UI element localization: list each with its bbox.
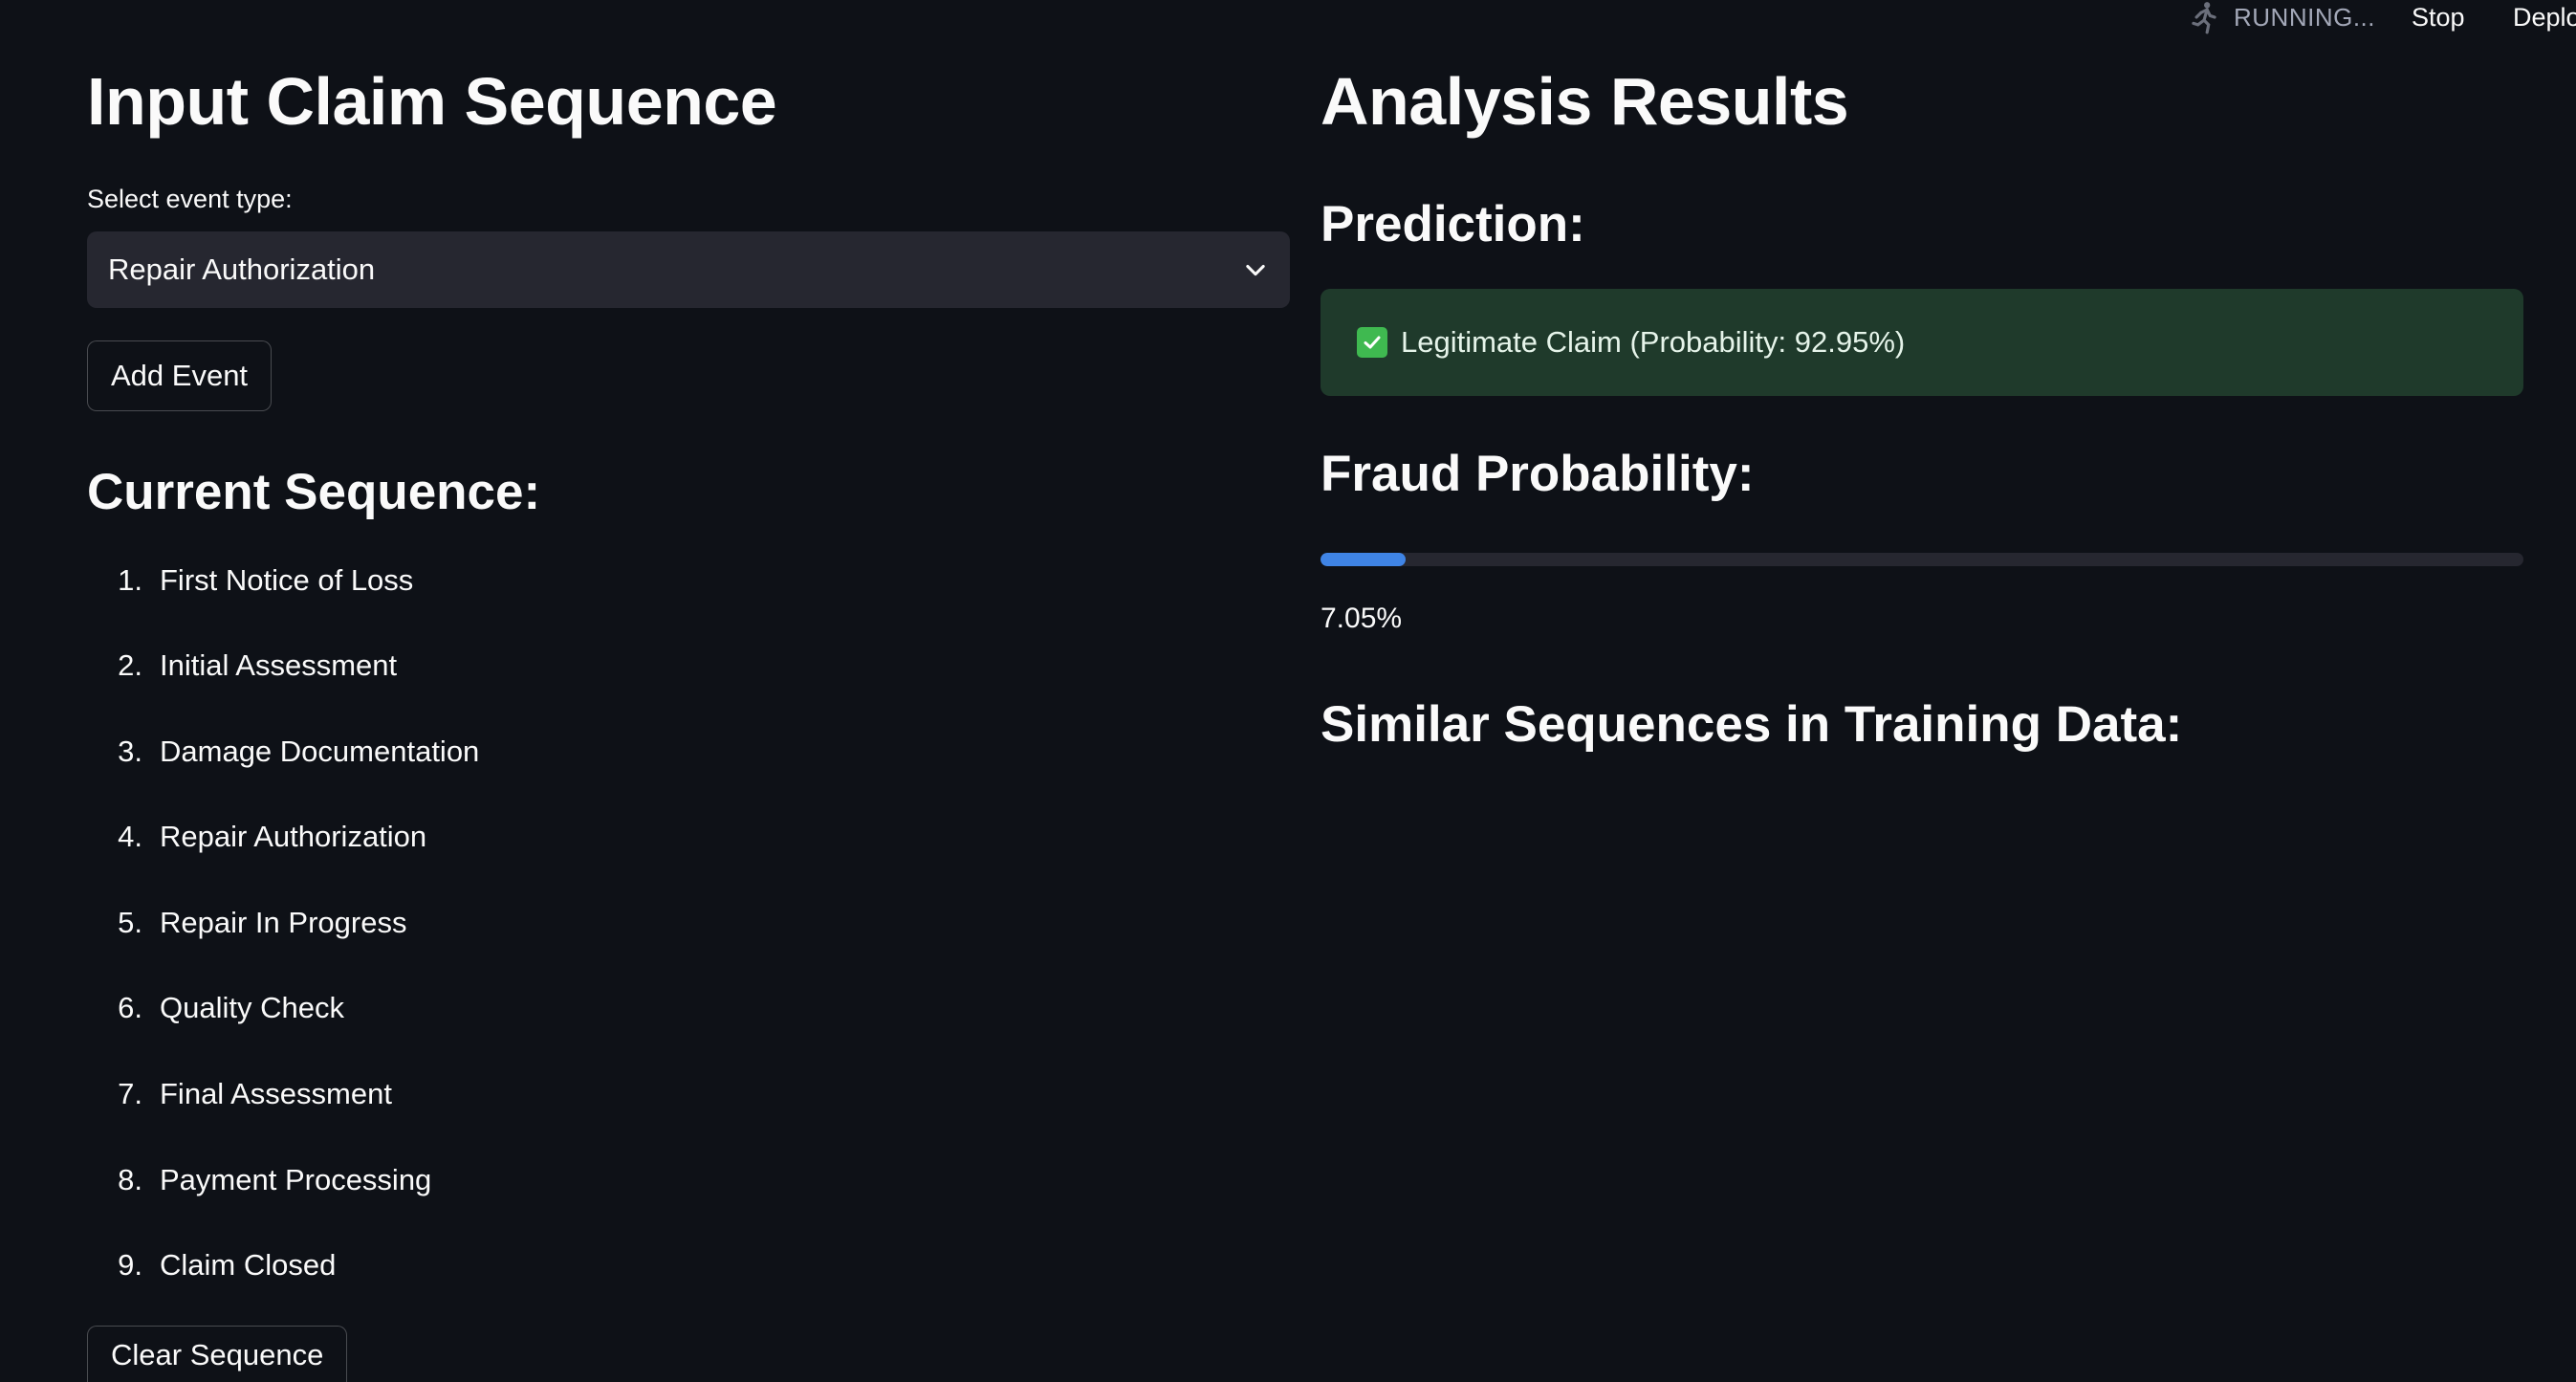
list-item-number: 6. [118,991,142,1024]
add-event-button[interactable]: Add Event [87,340,273,411]
list-item-label: Damage Documentation [160,735,480,768]
chevron-down-icon [1246,264,1265,276]
event-type-selected-value: Repair Authorization [108,252,376,286]
input-title: Input Claim Sequence [87,64,777,139]
list-item: 7. Final Assessment [87,1073,392,1115]
list-item-number: 1. [118,563,142,597]
check-mark-icon [1357,327,1387,358]
list-item: 9. Claim Closed [87,1244,336,1286]
stop-button[interactable]: Stop [2412,0,2465,34]
list-item: 3. Damage Documentation [87,731,479,773]
list-item-label: Initial Assessment [160,648,398,682]
running-indicator: RUNNING... [2186,0,2375,34]
list-item-number: 5. [118,906,142,939]
list-item-number: 8. [118,1163,142,1196]
prediction-alert: Legitimate Claim (Probability: 92.95%) [1321,289,2523,396]
list-item-number: 4. [118,820,142,853]
list-item-label: Repair Authorization [160,820,427,853]
running-man-icon [2192,2,2216,34]
list-item-label: First Notice of Loss [160,563,414,597]
list-item-label: Payment Processing [160,1163,432,1196]
results-title: Analysis Results [1321,64,1849,139]
app-page: RUNNING... Stop Deplo Input Claim Sequen… [0,0,2576,1382]
running-status-text: RUNNING... [2234,2,2375,32]
event-type-label: Select event type: [87,185,293,213]
list-item: 1. First Notice of Loss [87,559,413,602]
list-item-number: 3. [118,735,142,768]
list-item: 8. Payment Processing [87,1159,431,1201]
list-item: 2. Initial Assessment [87,645,397,687]
clear-sequence-button[interactable]: Clear Sequence [87,1326,348,1382]
prediction-title: Prediction: [1321,196,1585,252]
event-type-select[interactable]: Repair Authorization [87,231,1290,308]
list-item-label: Final Assessment [160,1077,392,1110]
similar-sequences-title: Similar Sequences in Training Data: [1321,696,2183,753]
fraud-probability-title: Fraud Probability: [1321,446,1755,502]
list-item: 5. Repair In Progress [87,902,406,944]
prediction-text: Legitimate Claim (Probability: 92.95%) [1401,325,1906,359]
list-item-label: Repair In Progress [160,906,407,939]
fraud-progress-fill [1321,553,1406,566]
list-item-label: Claim Closed [160,1248,337,1282]
list-item-label: Quality Check [160,991,344,1024]
list-item: 6. Quality Check [87,987,344,1029]
fraud-progress-bar [1321,553,2523,566]
list-item-number: 9. [118,1248,142,1282]
fraud-probability-value: 7.05% [1321,603,1403,634]
list-item-number: 7. [118,1077,142,1110]
deploy-button[interactable]: Deplo [2513,0,2576,34]
current-sequence-title: Current Sequence: [87,464,541,520]
list-item-number: 2. [118,648,142,682]
list-item: 4. Repair Authorization [87,816,426,858]
